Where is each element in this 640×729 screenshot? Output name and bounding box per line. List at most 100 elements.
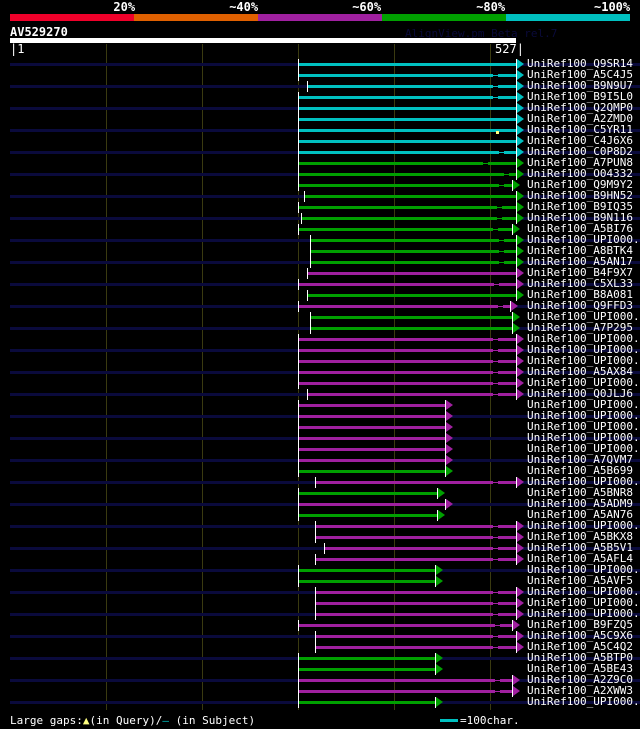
alignment-bar — [298, 382, 516, 385]
query-start-num: 1 — [17, 42, 25, 56]
query-start: |1 — [10, 42, 25, 56]
alignment-bar — [298, 349, 516, 352]
alignment-start-tick — [315, 521, 316, 532]
alignment-start-tick — [298, 411, 299, 422]
arrow-right-icon — [517, 290, 524, 300]
alignment-start-tick — [298, 400, 299, 411]
alignment-start-tick — [298, 147, 299, 158]
alignment-start-tick — [298, 59, 299, 70]
arrow-right-icon — [517, 114, 524, 124]
subject-gap-line — [499, 240, 504, 241]
arrow-right-icon — [517, 136, 524, 146]
arrow-right-icon — [517, 345, 524, 355]
alignment-start-tick — [298, 224, 299, 235]
scale-segment — [258, 14, 382, 21]
subject-gap-line — [499, 185, 504, 186]
arrow-right-icon — [446, 444, 453, 454]
arrow-right-icon — [517, 532, 524, 542]
arrow-right-icon — [517, 70, 524, 80]
alignment-start-tick — [315, 609, 316, 620]
alignment-start-tick — [298, 576, 299, 587]
alignment-bar — [298, 415, 445, 418]
arrow-right-icon — [446, 466, 453, 476]
alignment-start-tick — [307, 81, 308, 92]
arrow-right-icon — [517, 587, 524, 597]
alignment-start-tick — [304, 191, 305, 202]
query-end-num: 527 — [495, 42, 517, 56]
arrow-right-icon — [436, 565, 443, 575]
alignment-start-tick — [298, 367, 299, 378]
subject-gap-line — [493, 537, 498, 538]
alignment-bar — [298, 184, 512, 187]
alignment-bar — [298, 503, 445, 506]
subject-gap-line — [495, 691, 500, 692]
arrow-right-icon — [517, 356, 524, 366]
alignment-start-tick — [307, 389, 308, 400]
alignment-start-tick — [298, 433, 299, 444]
alignment-bar — [298, 701, 435, 704]
arrow-right-icon — [517, 554, 524, 564]
subject-gap-line — [499, 262, 504, 263]
alignment-bar — [298, 360, 516, 363]
arrow-right-icon — [513, 686, 520, 696]
in-subject-label: (in Subject) — [168, 714, 256, 727]
alignment-bar — [315, 635, 516, 638]
arrow-right-icon — [436, 664, 443, 674]
alignment-start-tick — [298, 499, 299, 510]
alignment-bar — [315, 536, 516, 539]
arrow-right-icon — [517, 378, 524, 388]
arrow-right-icon — [513, 312, 520, 322]
alignment-start-tick — [298, 664, 299, 675]
alignment-bar — [298, 668, 435, 671]
arrow-right-icon — [517, 609, 524, 619]
alignment-start-tick — [298, 675, 299, 686]
arrow-right-icon — [517, 92, 524, 102]
alignment-bar — [315, 646, 516, 649]
alignment-bar — [307, 272, 516, 275]
arrow-right-icon — [517, 59, 524, 69]
alignment-bar — [307, 294, 516, 297]
arrow-right-icon — [517, 598, 524, 608]
alignment-start-tick — [298, 103, 299, 114]
scale-segment — [382, 14, 506, 21]
alignment-bar — [298, 228, 512, 231]
alignment-bar — [310, 327, 512, 330]
alignment-bar — [298, 305, 510, 308]
footer-legend: Large gaps:▲(in Query)/— (in Subject) — [10, 714, 255, 727]
scale-segment — [134, 14, 258, 21]
alignment-bar — [315, 481, 516, 484]
subject-gap-line — [499, 251, 504, 252]
alignment-bar — [298, 74, 516, 77]
alignment-start-tick — [315, 642, 316, 653]
subject-gap-line — [493, 97, 498, 98]
arrow-right-icon — [517, 257, 524, 267]
subject-gap-line — [504, 174, 509, 175]
alignment-bar — [315, 602, 516, 605]
arrow-right-icon — [517, 477, 524, 487]
alignment-bar — [304, 195, 516, 198]
alignment-start-tick — [298, 686, 299, 697]
scale-legend-text: =100char. — [460, 714, 520, 727]
hit-row[interactable]: UniRef100_UPI000.. — [0, 695, 640, 708]
alignment-bar — [301, 217, 516, 220]
alignment-bar — [298, 580, 435, 583]
alignment-start-tick — [310, 257, 311, 268]
alignment-start-tick — [298, 565, 299, 576]
arrow-right-icon — [446, 455, 453, 465]
arrow-right-icon — [513, 675, 520, 685]
subject-gap-line — [493, 592, 498, 593]
alignment-start-tick — [298, 455, 299, 466]
alignment-bar — [298, 492, 437, 495]
alignment-start-tick — [310, 312, 311, 323]
alignment-bar — [298, 470, 445, 473]
subject-gap-line — [493, 548, 498, 549]
alignment-start-tick — [310, 323, 311, 334]
alignment-start-tick — [307, 268, 308, 279]
arrow-right-icon — [517, 631, 524, 641]
scale-label: 20% — [113, 0, 136, 14]
hit-label[interactable]: UniRef100_UPI000.. — [527, 695, 640, 708]
subject-gap-line — [493, 350, 498, 351]
subject-gap-line — [493, 647, 498, 648]
in-query-label: (in Query)/ — [89, 714, 163, 727]
arrow-right-icon — [446, 499, 453, 509]
